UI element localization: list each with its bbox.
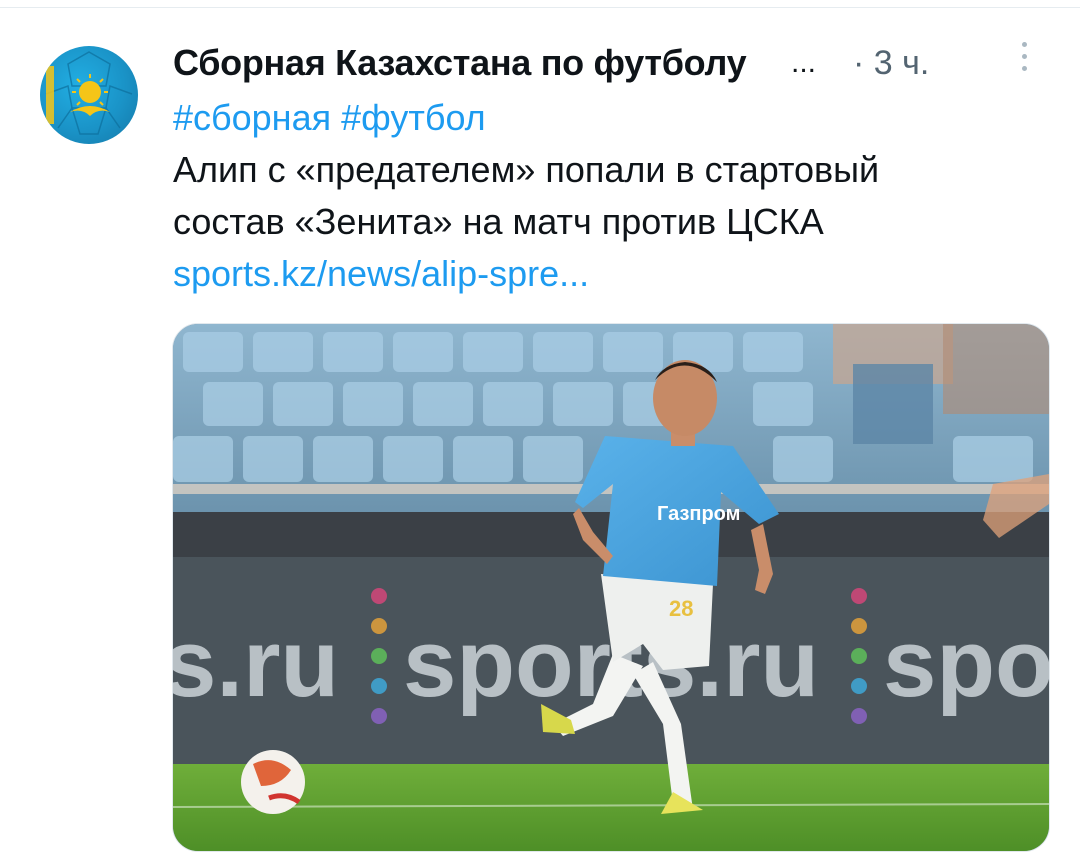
hashtag-sbornaya[interactable]: #сборная — [173, 97, 331, 138]
post-card[interactable]: Сборная Казахстана по футболу ... · 3 ч.… — [0, 0, 1080, 868]
svg-text:spo: spo — [883, 610, 1049, 717]
hashtag-line: #сборная #футбол — [173, 92, 1033, 144]
author-truncation: ... — [791, 46, 817, 79]
svg-text:s.ru: s.ru — [173, 610, 339, 717]
author-name[interactable]: Сборная Казахстана по футболу — [173, 38, 747, 88]
post-time[interactable]: · 3 ч. — [853, 38, 929, 88]
hashtag-futbol[interactable]: #футбол — [341, 97, 486, 138]
author-avatar[interactable] — [40, 46, 138, 144]
post-body: #сборная #футбол Алип с «предателем» поп… — [173, 92, 1033, 300]
svg-text:Газпром: Газпром — [657, 503, 740, 525]
kazakhstan-ball-logo-icon — [45, 51, 133, 135]
post-text-line-1: Алип с «предателем» попали в стартовый — [173, 149, 880, 190]
football-photo: s.ru sports.ru spo — [173, 324, 1049, 851]
post-link[interactable]: sports.kz/news/alip-spre... — [173, 248, 1033, 300]
svg-text:28: 28 — [669, 596, 693, 621]
post-header: Сборная Казахстана по футболу ... · 3 ч. — [173, 38, 1033, 88]
football-ball — [241, 750, 305, 814]
post-text-line-2: состав «Зенита» на матч против ЦСКА — [173, 201, 824, 242]
more-options-icon[interactable] — [1012, 40, 1036, 80]
post-image[interactable]: s.ru sports.ru spo — [172, 323, 1050, 852]
